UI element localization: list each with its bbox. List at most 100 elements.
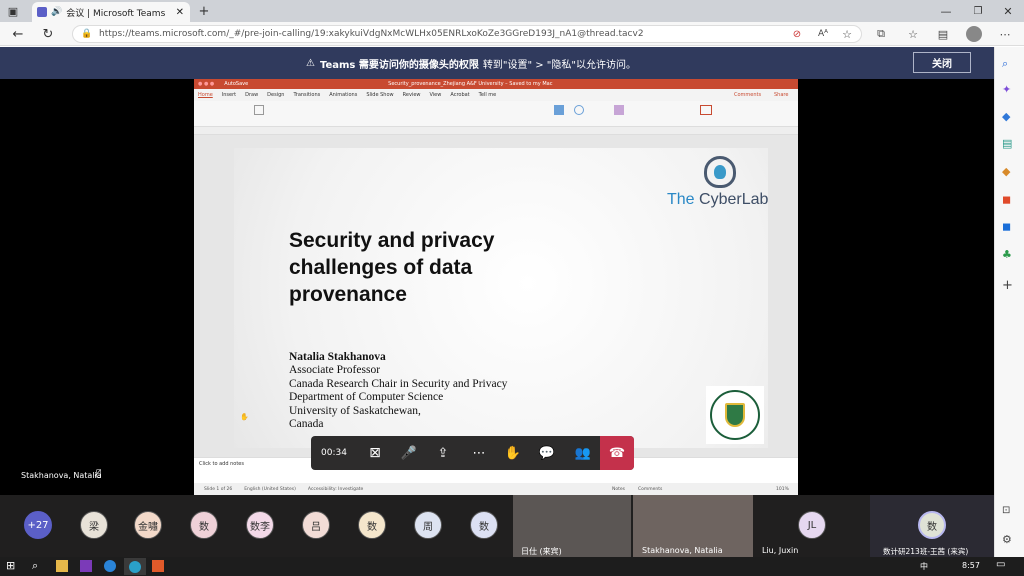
tab-actions-icon[interactable]: ▣ bbox=[6, 4, 20, 18]
participant-avatar[interactable]: 数 bbox=[470, 511, 498, 539]
ime-indicator[interactable]: 中 bbox=[920, 561, 928, 572]
url-text: https://teams.microsoft.com/_#/pre-join-… bbox=[99, 29, 644, 39]
participant-avatar[interactable]: 数 bbox=[190, 511, 218, 539]
permission-notice-bar: ⚠ Teams 需要访问你的摄像头的权限 转到"设置" > "隐私"以允许访问。… bbox=[0, 47, 994, 79]
ribbon-tab[interactable]: Design bbox=[267, 92, 284, 98]
ribbon-tab[interactable]: Slide Show bbox=[366, 92, 393, 98]
jl-name: Liu, Juxin bbox=[762, 546, 799, 555]
ribbon-tab[interactable]: Acrobat bbox=[450, 92, 469, 98]
raise-hand-icon[interactable]: ✋ bbox=[496, 436, 530, 470]
participant-avatar[interactable]: 梁 bbox=[80, 511, 108, 539]
file-explorer-icon[interactable] bbox=[56, 560, 68, 572]
designer-icon[interactable] bbox=[700, 105, 712, 115]
hang-up-button[interactable]: ☎ bbox=[600, 436, 634, 470]
ppt-title-bar: ● ● ● AutoSave Security_provenance_Zheji… bbox=[194, 79, 798, 89]
collections-icon[interactable]: ▤ bbox=[936, 26, 950, 42]
zoom-level[interactable]: 101% bbox=[776, 487, 789, 492]
close-tab-icon[interactable]: ✕ bbox=[176, 7, 184, 18]
ribbon-tab[interactable]: Transitions bbox=[293, 92, 320, 98]
participant-avatar[interactable]: 吕 bbox=[302, 511, 330, 539]
arrange-icon[interactable] bbox=[614, 105, 624, 115]
read-aloud-icon[interactable]: Aᴬ bbox=[816, 26, 830, 42]
copilot-icon[interactable]: ✦ bbox=[1002, 83, 1011, 96]
new-tab-icon[interactable]: + bbox=[196, 3, 212, 19]
chat-icon[interactable]: 💬 bbox=[530, 436, 564, 470]
games-icon[interactable]: ◆ bbox=[1002, 165, 1010, 178]
ribbon-tab[interactable]: Insert bbox=[222, 92, 236, 98]
browser-tab-bar: ▣ 🔊 会议 | Microsoft Teams ✕ + — ❐ ✕ bbox=[0, 0, 1024, 22]
participants-icon[interactable]: 👥 bbox=[566, 436, 600, 470]
address-bar-row: ← ↻ 🔒 https://teams.microsoft.com/_#/pre… bbox=[0, 22, 1024, 46]
tools-icon[interactable]: ▤ bbox=[1002, 137, 1012, 150]
restore-icon[interactable]: ❐ bbox=[970, 3, 986, 19]
ribbon-tab[interactable]: View bbox=[429, 92, 441, 98]
extensions-icon[interactable]: ⧉ bbox=[874, 26, 888, 42]
add-icon[interactable]: + bbox=[1002, 278, 1013, 293]
profile-avatar[interactable] bbox=[966, 26, 982, 42]
new-slide-icon[interactable] bbox=[254, 105, 264, 115]
close-window-icon[interactable]: ✕ bbox=[1000, 3, 1016, 19]
outlook-icon[interactable]: ◼ bbox=[1002, 220, 1011, 233]
autosave-label: AutoSave bbox=[224, 81, 249, 87]
participant-avatar[interactable]: 周 bbox=[414, 511, 442, 539]
slide-count: Slide 1 of 26 bbox=[204, 486, 233, 492]
presenter-muted-icon: 🎙̸ bbox=[96, 469, 102, 479]
slide-author-block: Natalia Stakhanova Associate Professor C… bbox=[289, 351, 508, 431]
ribbon-tab[interactable]: Tell me bbox=[479, 92, 497, 98]
url-field[interactable]: 🔒 https://teams.microsoft.com/_#/pre-joi… bbox=[72, 25, 862, 43]
shapes-icon[interactable] bbox=[574, 105, 584, 115]
author-name: Natalia Stakhanova bbox=[289, 351, 386, 363]
picture-icon[interactable] bbox=[554, 105, 564, 115]
close-notice-button[interactable]: 关闭 bbox=[913, 52, 971, 73]
participant-avatar[interactable]: 金嘯 bbox=[134, 511, 162, 539]
lock-icon: 🔒 bbox=[81, 29, 93, 39]
notes-toggle[interactable]: Notes bbox=[612, 487, 625, 492]
ribbon-tab[interactable]: Review bbox=[403, 92, 421, 98]
favorites-bar-icon[interactable]: ☆ bbox=[906, 26, 920, 42]
more-actions-icon[interactable]: ⋯ bbox=[462, 436, 496, 470]
mic-off-icon[interactable]: 🎤 bbox=[392, 436, 426, 470]
notice-bold-text: Teams 需要访问你的摄像头的权限 bbox=[319, 60, 479, 71]
search-taskbar-icon[interactable]: ⌕ bbox=[32, 559, 38, 573]
participant-avatar-jl[interactable]: JL bbox=[798, 511, 826, 539]
search-icon[interactable]: ⌕ bbox=[1002, 57, 1008, 71]
camera-blocked-icon[interactable]: ⊘ bbox=[790, 26, 804, 42]
window-dots-icon: ● ● ● bbox=[198, 81, 215, 87]
clock[interactable]: 8:57 bbox=[962, 561, 980, 570]
comments-button[interactable]: Comments bbox=[734, 92, 761, 98]
back-icon[interactable]: ← bbox=[10, 26, 26, 42]
minimize-icon[interactable]: — bbox=[938, 3, 954, 19]
slide-title: Security and privacy challenges of data … bbox=[289, 229, 495, 306]
refresh-icon[interactable]: ↻ bbox=[40, 26, 56, 42]
shared-powerpoint-window: ● ● ● AutoSave Security_provenance_Zheji… bbox=[194, 79, 798, 495]
ribbon-tab[interactable]: Draw bbox=[245, 92, 258, 98]
notifications-icon[interactable]: ▭ bbox=[996, 559, 1005, 570]
participant-avatar[interactable]: 数李 bbox=[246, 511, 274, 539]
participant-avatar-speaking[interactable]: 数 bbox=[918, 511, 946, 539]
ie-icon[interactable] bbox=[104, 560, 116, 572]
edge-taskbar-icon[interactable] bbox=[124, 558, 146, 575]
tree-icon[interactable]: ♣ bbox=[1002, 248, 1012, 261]
slide-canvas: The CyberLab Security and privacy challe… bbox=[234, 148, 768, 448]
share-button[interactable]: Share bbox=[774, 92, 788, 98]
shopping-icon[interactable]: ◆ bbox=[1002, 110, 1010, 123]
sidebar-layout-icon[interactable]: ⊡ bbox=[1002, 505, 1010, 516]
ribbon-tab[interactable]: Home bbox=[198, 92, 213, 98]
accessibility-status[interactable]: Accessibility: Investigate bbox=[308, 487, 363, 492]
office-icon[interactable]: ◼ bbox=[1002, 193, 1011, 206]
comments-toggle[interactable]: Comments bbox=[638, 487, 662, 492]
app-icon[interactable] bbox=[152, 560, 164, 572]
ribbon-tab[interactable]: Animations bbox=[329, 92, 357, 98]
more-options-icon[interactable]: ⋯ bbox=[998, 26, 1012, 42]
settings-icon[interactable]: ⚙ bbox=[1002, 533, 1012, 546]
share-screen-icon[interactable]: ⇪ bbox=[426, 436, 460, 470]
more-participants-badge[interactable]: +27 bbox=[24, 511, 52, 539]
doc-title: Security_provenance_Zhejiang A&F Univers… bbox=[388, 81, 553, 87]
start-icon[interactable]: ⊞ bbox=[6, 559, 15, 572]
browser-tab[interactable]: 🔊 会议 | Microsoft Teams ✕ bbox=[32, 2, 190, 22]
participant-avatar[interactable]: 数 bbox=[358, 511, 386, 539]
favorite-icon[interactable]: ☆ bbox=[840, 26, 854, 42]
camera-off-icon[interactable]: ⊠ bbox=[358, 436, 392, 470]
call-timer: 00:34 bbox=[321, 448, 347, 458]
onenote-icon[interactable] bbox=[80, 560, 92, 572]
